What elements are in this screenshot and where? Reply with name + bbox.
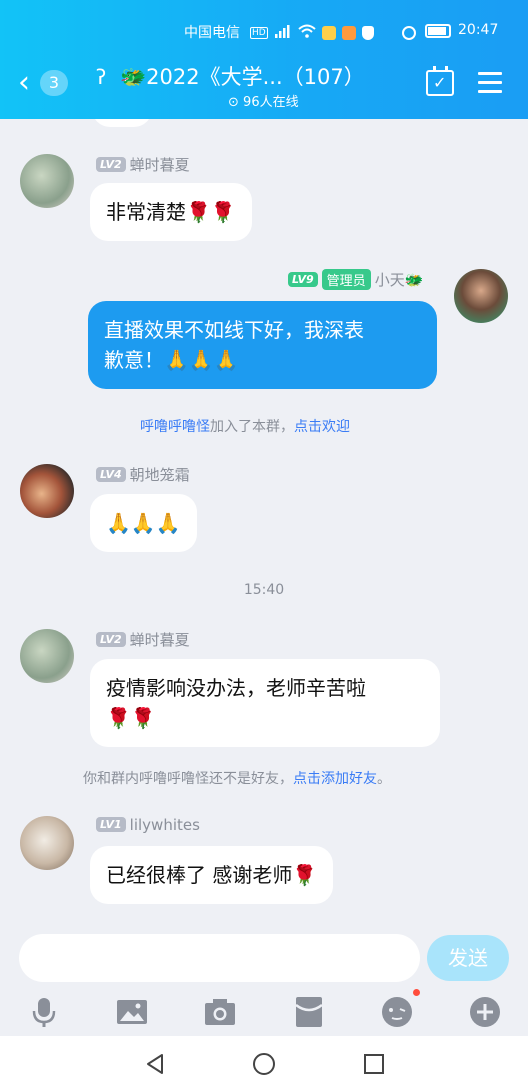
menu-icon[interactable] bbox=[478, 72, 502, 94]
ear-icon[interactable]: ʔ bbox=[96, 65, 106, 89]
camera-icon[interactable] bbox=[203, 995, 237, 1029]
sender-row: LV9 管理员 小天🐲 bbox=[288, 269, 423, 290]
hd-icon: HD bbox=[250, 27, 268, 39]
system-message-join: 呼噜呼噜怪加入了本群，点击欢迎 bbox=[140, 416, 350, 436]
message-bubble[interactable]: 非常清楚🌹🌹 bbox=[90, 183, 252, 241]
battery-icon bbox=[425, 24, 451, 38]
red-packet-icon[interactable] bbox=[292, 995, 326, 1029]
calendar-check-icon[interactable]: ✓ bbox=[426, 66, 454, 96]
chevron-left-icon: ‹ bbox=[18, 65, 30, 100]
admin-badge: 管理员 bbox=[321, 269, 371, 290]
level-badge: LV2 bbox=[96, 632, 126, 647]
group-title[interactable]: 🐲2022《大学...（107） bbox=[120, 61, 365, 91]
status-bar: 中国电信 HD 20:47 bbox=[0, 22, 528, 44]
back-button[interactable]: ‹ 3 bbox=[18, 66, 78, 102]
time-divider: 15:40 bbox=[243, 582, 285, 598]
sender-row: LV4 朝地笼霜 bbox=[96, 464, 190, 485]
partial-bubble bbox=[92, 119, 152, 127]
notification-dot bbox=[413, 989, 420, 996]
avatar[interactable] bbox=[20, 464, 74, 518]
emoji-icon[interactable] bbox=[380, 995, 414, 1029]
signal-icon bbox=[274, 24, 292, 42]
message-bubble[interactable]: 疫情影响没办法，老师辛苦啦 🌹🌹 bbox=[90, 659, 440, 747]
avatar[interactable] bbox=[454, 269, 508, 323]
app-notification-icon-2 bbox=[341, 26, 356, 40]
member-link[interactable]: 呼噜呼噜怪 bbox=[140, 419, 210, 435]
wifi-icon bbox=[298, 24, 316, 42]
message-input[interactable] bbox=[19, 934, 420, 982]
avatar[interactable] bbox=[20, 816, 74, 870]
system-text-end: 。 bbox=[377, 771, 391, 787]
input-bar: 发送 bbox=[0, 931, 528, 1036]
top-bar: 中国电信 HD 20:47 ‹ 3 ʔ 🐲2022《大学...（107） ⊙ 9… bbox=[0, 0, 528, 119]
level-badge: LV9 bbox=[288, 272, 318, 287]
message-line: 直播效果不如线下好，我深表 bbox=[104, 318, 364, 342]
message-bubble[interactable]: 已经很棒了 感谢老师🌹 bbox=[90, 846, 334, 904]
shield-icon bbox=[361, 26, 374, 40]
sender-name[interactable]: lilywhites bbox=[130, 816, 200, 834]
avatar[interactable] bbox=[20, 154, 74, 208]
sender-name[interactable]: 小天🐲 bbox=[375, 271, 424, 289]
online-count-label: 96人在线 bbox=[243, 95, 299, 110]
send-button[interactable]: 发送 bbox=[427, 935, 509, 981]
online-count: ⊙ 96人在线 bbox=[228, 91, 299, 110]
nav-back-icon[interactable] bbox=[143, 1052, 167, 1076]
level-badge: LV2 bbox=[96, 157, 126, 172]
level-badge: LV4 bbox=[96, 467, 126, 482]
system-text: 你和群内呼噜呼噜怪还不是好友， bbox=[83, 771, 293, 787]
system-text: 加入了本群， bbox=[210, 419, 294, 435]
chat-area[interactable]: LV2 蝉时暮夏 非常清楚🌹🌹 LV9 管理员 小天🐲 直播效果不如线下好，我深表 歉… bbox=[0, 119, 528, 931]
toolbar bbox=[0, 995, 528, 1029]
unread-badge: 3 bbox=[40, 70, 68, 96]
sender-row: LV2 蝉时暮夏 bbox=[96, 629, 190, 650]
system-nav-bar bbox=[0, 1036, 528, 1091]
message-line: 🌹🌹 bbox=[106, 706, 156, 730]
message-line: 歉意！🙏🙏🙏 bbox=[104, 348, 239, 372]
message-bubble-self[interactable]: 直播效果不如线下好，我深表 歉意！🙏🙏🙏 bbox=[88, 301, 437, 389]
status-icons: HD bbox=[250, 24, 416, 42]
plus-icon[interactable] bbox=[468, 995, 502, 1029]
status-time: 20:47 bbox=[458, 22, 499, 38]
sender-name[interactable]: 朝地笼霜 bbox=[130, 466, 190, 484]
add-friend-link[interactable]: 点击添加好友 bbox=[293, 771, 377, 787]
message-bubble[interactable]: 🙏🙏🙏 bbox=[90, 494, 197, 552]
check-circle-icon: ⊙ bbox=[228, 95, 239, 110]
alarm-icon bbox=[401, 26, 416, 40]
nav-home-icon[interactable] bbox=[252, 1052, 276, 1076]
message-line: 疫情影响没办法，老师辛苦啦 bbox=[106, 676, 366, 700]
sender-row: LV2 蝉时暮夏 bbox=[96, 154, 190, 175]
sender-row: LV1 lilywhites bbox=[96, 816, 200, 834]
image-icon[interactable] bbox=[115, 995, 149, 1029]
nav-recents-icon[interactable] bbox=[362, 1052, 386, 1076]
level-badge: LV1 bbox=[96, 817, 126, 832]
avatar[interactable] bbox=[20, 629, 74, 683]
carrier-label: 中国电信 bbox=[184, 25, 240, 41]
microphone-icon[interactable] bbox=[27, 995, 61, 1029]
app-notification-icon bbox=[321, 26, 336, 40]
sender-name[interactable]: 蝉时暮夏 bbox=[130, 631, 190, 649]
system-message-friend: 你和群内呼噜呼噜怪还不是好友，点击添加好友。 bbox=[83, 768, 391, 788]
welcome-link[interactable]: 点击欢迎 bbox=[294, 419, 350, 435]
sender-name[interactable]: 蝉时暮夏 bbox=[130, 156, 190, 174]
